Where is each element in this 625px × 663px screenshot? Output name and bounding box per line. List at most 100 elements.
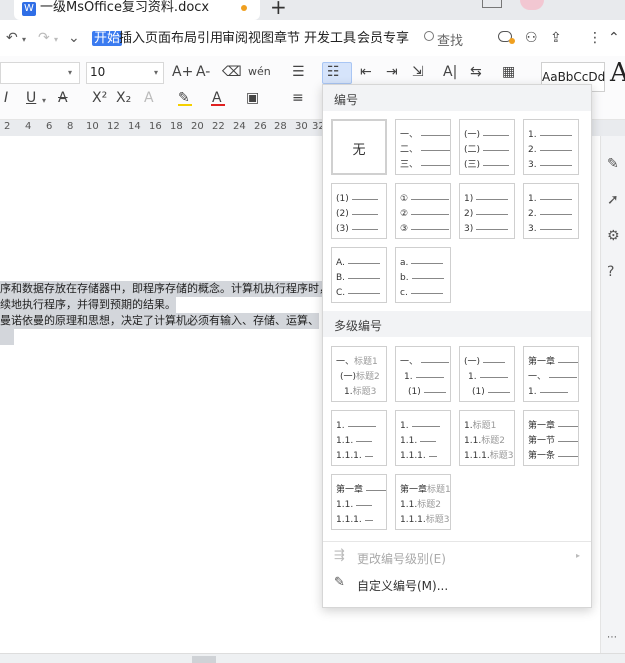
more-options-icon[interactable]: ⋮ [588, 30, 602, 46]
superscript-icon[interactable]: X² [92, 90, 107, 106]
preview-line [483, 165, 510, 166]
edit-pen-icon[interactable]: ✎ [607, 156, 619, 172]
multilevel-marker: (一) [340, 372, 357, 382]
menu-member[interactable]: 会员专享 [357, 30, 409, 47]
help-icon[interactable]: ? [607, 264, 614, 280]
menu-section[interactable]: 章节 [274, 30, 300, 47]
clear-format-icon[interactable]: ⌫ [222, 64, 242, 80]
phonetic-guide-icon[interactable]: wén [248, 64, 271, 80]
preview-line [421, 150, 450, 151]
numbering-none-option[interactable]: 无 [331, 119, 387, 175]
ruler-tick: 30 [295, 121, 308, 132]
underline-dropdown-icon[interactable]: ▾ [42, 96, 46, 105]
preview-line [421, 362, 450, 363]
rail-more-icon[interactable]: ⋯ [607, 632, 617, 643]
document-line[interactable]: 续地执行程序，并得到预期的结果。 [0, 297, 176, 313]
numbering-preview-row: c. [400, 288, 443, 299]
numbering-marker: (一) [464, 130, 481, 140]
numbering-marker: 1. [528, 130, 537, 140]
menu-home[interactable]: 开始 [92, 30, 123, 47]
settings-slider-icon[interactable]: ⚙ [607, 228, 620, 244]
numbering-section-header [323, 85, 591, 111]
document-line[interactable]: 曼诺依曼的原理和思想，决定了计算机必须有输入、存储、运算、 [0, 313, 319, 329]
menu-insert[interactable]: 插入 [119, 30, 145, 47]
menu-review[interactable]: 审阅 [222, 30, 248, 47]
ruler-tick: 10 [86, 121, 99, 132]
collapse-ribbon-icon[interactable]: ⌃ [608, 30, 620, 46]
subscript-icon[interactable]: X₂ [116, 90, 131, 106]
multilevel-option[interactable]: 1. 标题1 1.1. 标题2 1.1.1. 标题3 [459, 410, 515, 466]
multilevel-option[interactable]: 第一章 第一节 第一条 [523, 410, 579, 466]
multilevel-option[interactable]: 第一章 标题1 1.1. 标题2 1.1.1. 标题3 [395, 474, 451, 530]
numbering-marker: ③ [400, 224, 409, 234]
style-heading[interactable]: A [610, 58, 625, 88]
numbering-option[interactable]: 一、 二、 三、 [395, 119, 451, 175]
custom-numbering-item[interactable]: 自定义编号(M)... [357, 577, 448, 594]
multilevel-marker: 第一章 [528, 357, 556, 367]
horizontal-scrollbar[interactable] [192, 656, 216, 663]
numbering-preview-row: C. [336, 288, 381, 299]
character-border-icon[interactable]: ▣ [246, 90, 259, 106]
new-tab-button[interactable]: + [270, 0, 287, 17]
multilevel-option[interactable]: (一) 1. (1) [459, 346, 515, 402]
text-direction-icon[interactable]: ⇲ [412, 64, 424, 80]
table-borders-icon[interactable]: ▦ [502, 64, 515, 80]
multilevel-option[interactable]: 1. 1.1. 1.1.1. [331, 410, 387, 466]
increase-indent-icon[interactable]: ⇥ [386, 64, 398, 80]
numbering-option[interactable]: 1. 2. 3. [523, 119, 579, 175]
multilevel-option[interactable]: 一、 1. (1) [395, 346, 451, 402]
numbering-marker: B. [336, 273, 346, 283]
undo-dropdown-icon[interactable]: ▾ [22, 35, 26, 44]
search-button[interactable]: 查找 [437, 30, 463, 49]
multilevel-option[interactable]: 1. 1.1. 1.1.1. [395, 410, 451, 466]
undo-icon[interactable]: ↶ [6, 30, 18, 47]
line-spacing-icon[interactable]: ⇆ [470, 64, 482, 80]
share-icon[interactable]: ⇪ [550, 30, 562, 46]
numbering-marker: (2) [336, 209, 349, 219]
decrease-indent-icon[interactable]: ⇤ [360, 64, 372, 80]
bullets-icon[interactable]: ☰ [292, 64, 305, 80]
select-cursor-icon[interactable]: ➚ [607, 192, 619, 208]
multilevel-preview-row: 1.1. 标题2 [464, 436, 505, 447]
font-name-dropdown-icon[interactable]: ▾ [68, 68, 72, 77]
multilevel-marker: 1.1.1. [400, 451, 426, 461]
multilevel-marker: 1.1.1. [336, 515, 362, 525]
italic-icon[interactable]: I [4, 90, 8, 106]
numbering-marker: ② [400, 209, 409, 219]
ruler-tick: 4 [25, 121, 32, 132]
ruler-tick: 2 [4, 121, 11, 132]
document-line[interactable]: 序和数据存放在存储器中，即程序存储的概念。计算机执行程序时，无 [0, 281, 341, 297]
character-scale-icon[interactable]: A| [443, 64, 457, 80]
customize-toolbar-icon[interactable]: ⌄ [68, 30, 80, 47]
grow-font-icon[interactable]: A+ [172, 64, 193, 80]
shrink-font-icon[interactable]: A- [196, 64, 210, 80]
menu-page-layout[interactable]: 页面布局 [145, 30, 197, 47]
restore-window-icon[interactable] [482, 0, 502, 8]
share-user-icon[interactable]: ⚇ [525, 30, 538, 46]
align-left-icon[interactable]: ≡ [292, 90, 304, 106]
redo-dropdown-icon[interactable]: ▾ [54, 35, 58, 44]
preview-line [411, 214, 450, 215]
multilevel-option[interactable]: 一、 标题1 (一) 标题2 1. 标题3 [331, 346, 387, 402]
font-size-dropdown-icon[interactable]: ▾ [154, 68, 158, 77]
underline-icon[interactable]: U [26, 90, 36, 106]
numbering-option[interactable]: (1) (2) (3) [331, 183, 387, 239]
strikethrough-icon[interactable]: A [58, 90, 68, 106]
menu-view[interactable]: 视图 [248, 30, 274, 47]
numbering-option[interactable]: (一) (二) (三) [459, 119, 515, 175]
redo-icon[interactable]: ↷ [38, 30, 50, 47]
numbering-option[interactable]: 1. 2. 3. [523, 183, 579, 239]
numbering-option[interactable]: 1) 2) 3) [459, 183, 515, 239]
multilevel-option[interactable]: 第一章 一、 1. [523, 346, 579, 402]
numbering-option[interactable]: a. b. c. [395, 247, 451, 303]
text-effect-icon[interactable]: A [144, 90, 154, 106]
menu-references[interactable]: 引用 [197, 30, 223, 47]
numbering-option[interactable]: ① ② ③ [395, 183, 451, 239]
menu-developer[interactable]: 开发工具 [304, 30, 356, 47]
status-bar [0, 653, 625, 663]
multilevel-option[interactable]: 第一章 1.1. 1.1.1. [331, 474, 387, 530]
numbering-option[interactable]: A. B. C. [331, 247, 387, 303]
document-line[interactable] [0, 329, 14, 345]
change-numbering-level-item[interactable]: 更改编号级别(E) [357, 550, 446, 567]
numbering-marker: 3. [528, 224, 537, 234]
